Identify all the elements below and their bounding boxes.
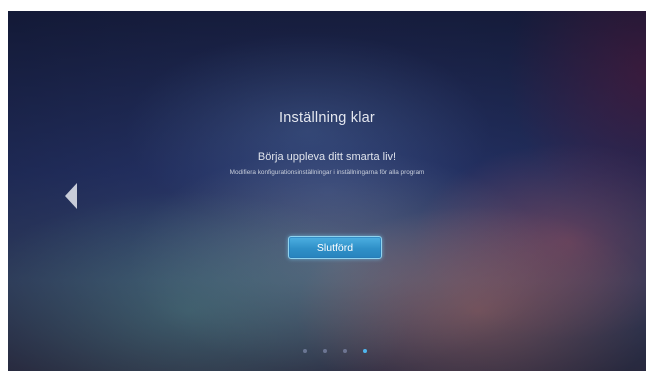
previous-arrow-icon[interactable]	[65, 183, 77, 209]
page-subtitle: Börja uppleva ditt smarta liv!	[257, 151, 397, 163]
page-indicator	[303, 349, 373, 355]
page-dot-4-active[interactable]	[363, 349, 367, 353]
done-button[interactable]: Slutförd	[288, 236, 382, 259]
page-description: Modifiera konfigurationsinställningar i …	[229, 169, 425, 176]
page-dot-3[interactable]	[343, 349, 347, 353]
page-dot-1[interactable]	[303, 349, 307, 353]
setup-content: Inställning klar Börja uppleva ditt smar…	[8, 11, 646, 371]
page-title: Inställning klar	[279, 110, 375, 126]
page-dot-2[interactable]	[323, 349, 327, 353]
setup-screen: Inställning klar Börja uppleva ditt smar…	[8, 11, 646, 371]
